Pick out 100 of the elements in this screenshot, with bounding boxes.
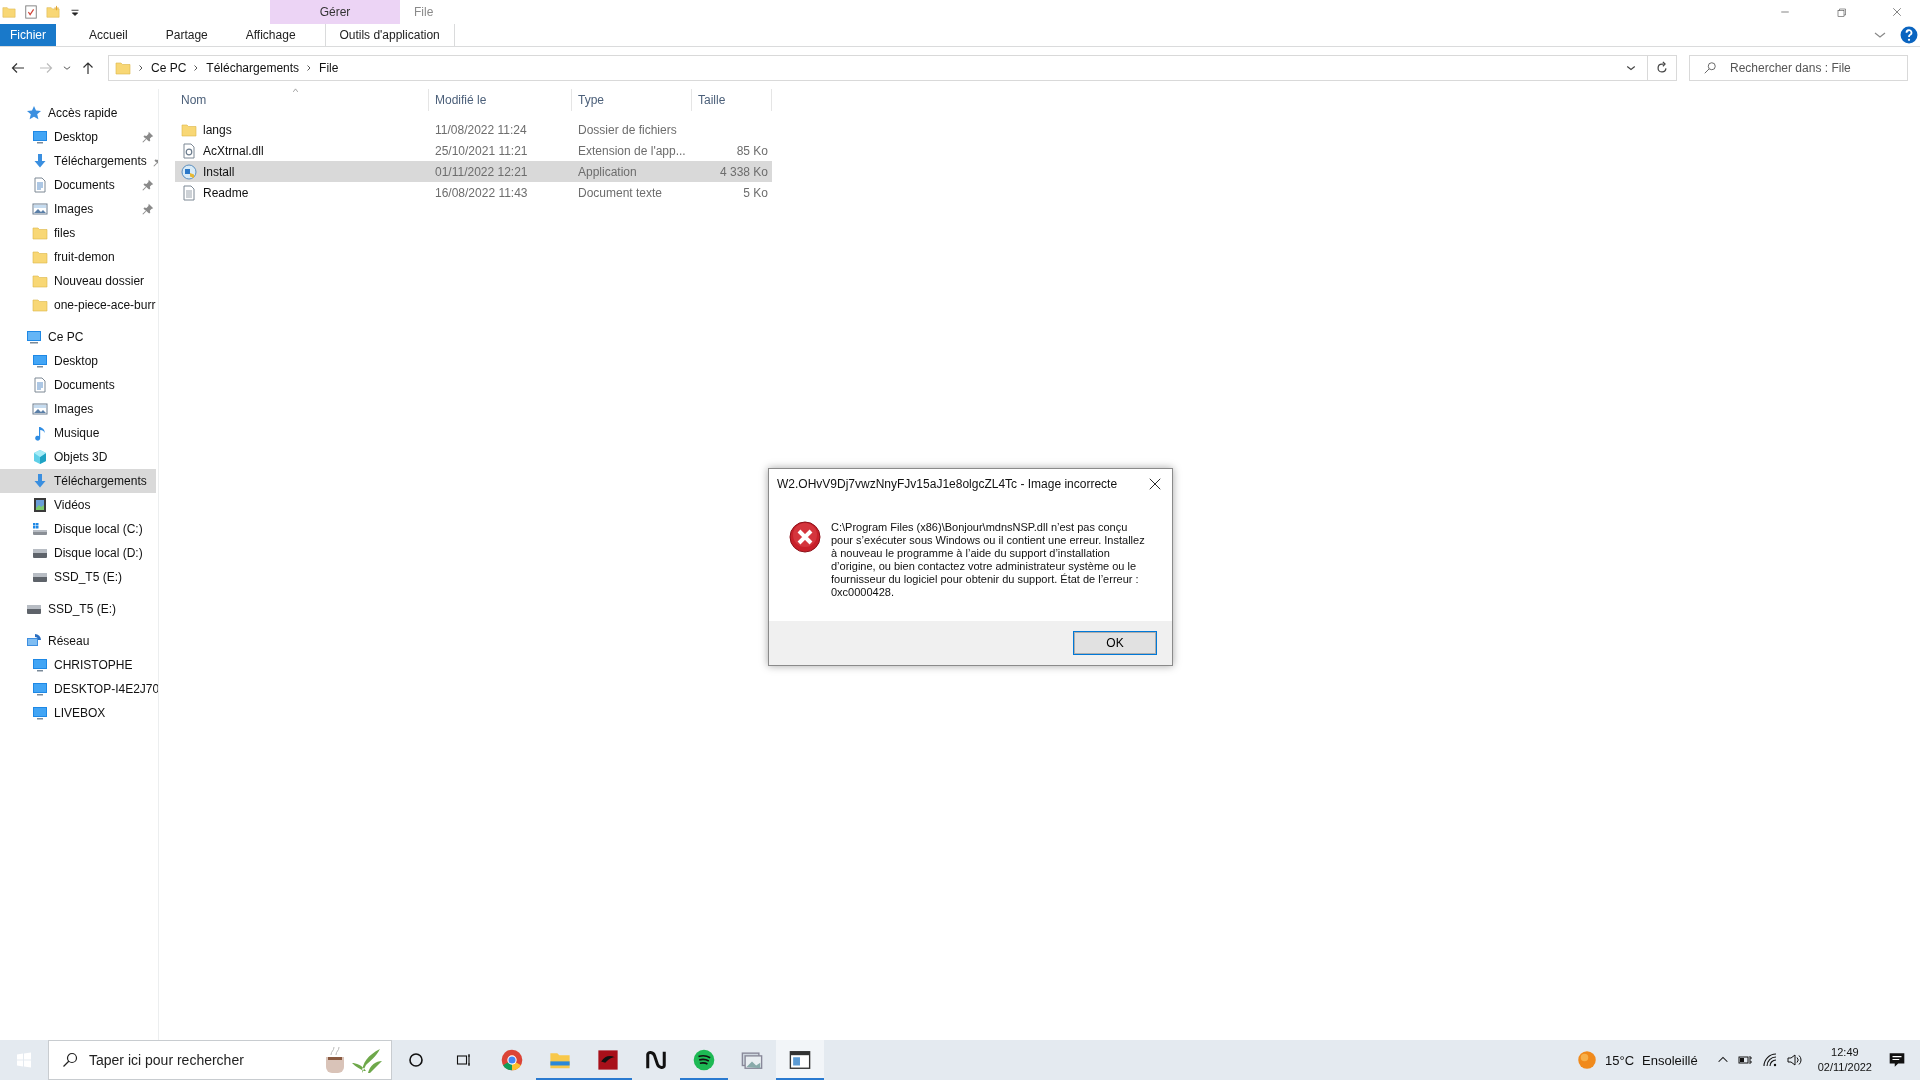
monitor-icon [32,681,48,697]
ribbon-tab[interactable]: Fichier [0,24,56,46]
table-cell: Extension de l'app... [578,143,686,158]
film-icon [32,497,48,513]
nav-item[interactable]: DESKTOP-I4E2J70 [0,677,158,701]
temperature-text[interactable]: 15°C [1605,1052,1635,1068]
folder-icon [32,297,48,313]
gear-file-icon [181,142,197,159]
round-waves-icon [693,1049,715,1071]
nav-item[interactable]: files [0,221,158,245]
nav-item[interactable]: CHRISTOPHE [0,653,158,677]
column-header[interactable]: Type [572,89,692,111]
image-icon [32,201,48,217]
file-row[interactable]: langs 11/08/2022 11:24 Dossier de fichiers [175,119,772,140]
nav-item[interactable]: Musique [0,421,158,445]
ribbon-tab[interactable]: Outils d'application [324,24,455,46]
close-icon[interactable] [1148,477,1162,491]
checklist-icon[interactable] [24,5,38,19]
window-title: File [414,4,434,21]
nav-item[interactable]: Téléchargements [0,469,156,493]
nav-item[interactable]: Disque local (C:) [0,517,158,541]
sun-icon[interactable] [1577,1050,1598,1070]
nav-item[interactable]: Réseau [0,629,158,653]
nav-item[interactable]: one-piece-ace-burr [0,293,158,317]
download-icon [32,153,48,169]
image-icon [32,401,48,417]
text-file-icon [181,184,197,201]
clock-time[interactable]: 12:49 [1831,1045,1859,1060]
nav-item[interactable]: Desktop [0,349,158,373]
nav-item[interactable]: Images [0,197,158,221]
pin-icon[interactable] [142,203,154,215]
table-cell: 4 338 Ko [719,164,768,179]
clock-date[interactable]: 02/11/2022 [1817,1060,1872,1075]
pin-icon[interactable] [142,179,154,191]
drive-icon [32,521,48,537]
nav-item[interactable]: Documents [0,173,158,197]
error-message: C:\Program Files (x86)\Bonjour\mdnsNSP.dll n’est pas conçu pour s’exécuter sous Windows ou il contient une erreur. Installez à nouveau le programme à l’aide du support d’installation d’origine, ou bien contactez votre administrateur système ou le fournisseur du logiciel pour obtenir du support. État de l’erreur : 0xc0000428. [831,521,1146,599]
search-field[interactable]: Rechercher dans : File [1689,55,1908,81]
wave-logo-icon [645,1049,667,1071]
ok-button[interactable]: OK [1074,632,1156,654]
network-icon [26,633,42,649]
nav-item[interactable]: Vidéos [0,493,158,517]
nav-item[interactable]: Disque local (D:) [0,541,158,565]
back-arrow-icon[interactable] [10,60,26,76]
nav-item[interactable]: fruit-demon [0,245,158,269]
nav-item[interactable]: Accès rapide [0,101,158,125]
window-icon [789,1049,811,1071]
file-row[interactable]: Install 01/11/2022 12:21 Application 4 338 Ko [175,161,772,182]
taskbar-button[interactable] [776,1040,824,1080]
ribbon-tab[interactable]: Accueil [74,24,143,46]
speaker-icon[interactable] [1785,1052,1802,1068]
monitor-icon [32,353,48,369]
search-icon [62,1052,78,1068]
folder-icon [181,121,197,138]
nav-item[interactable]: LIVEBOX [0,701,158,725]
folder-icon [32,249,48,265]
address-bar[interactable]: Ce PC Téléchargements File [108,55,1648,81]
nav-item[interactable]: Images [0,397,158,421]
refresh-button[interactable] [1648,55,1677,81]
circle-icon [408,1052,424,1068]
breadcrumb-item[interactable]: File [319,61,339,75]
ribbon-tab[interactable]: Partage [150,24,223,46]
error-icon [789,521,821,553]
cube-icon [32,449,48,465]
folder-icon [115,60,131,76]
installer-icon [181,163,197,180]
pin-icon[interactable] [142,131,154,143]
taskbar-search-field[interactable]: Taper ici pour rechercher [48,1040,392,1080]
file-row[interactable]: Readme 16/08/2022 11:43 Document texte 5 Ko [175,182,772,203]
dialog-title: W2.OHvV9Dj7vwzNnyFJv15aJ1e8olgcZL4Tc - Image incorrecte [777,477,1118,491]
nav-item[interactable]: Téléchargements [0,149,158,173]
monitor-icon [32,657,48,673]
ribbon-tab[interactable]: Affichage [230,24,311,46]
help-icon[interactable] [1900,26,1918,44]
breadcrumb-item[interactable]: Téléchargements [206,61,300,75]
nav-item[interactable]: SSD_T5 (E:) [0,565,158,589]
column-header[interactable]: Modifié le [429,89,572,111]
folder-icon [32,273,48,289]
wifi-icon[interactable] [1761,1052,1778,1068]
windows-icon [16,1052,32,1068]
music-note-icon [32,425,48,441]
nav-item[interactable]: Desktop [0,125,158,149]
notification-icon[interactable] [1888,1051,1906,1069]
computer-icon [26,329,42,345]
column-header[interactable]: Nom [175,89,429,111]
file-row[interactable]: AcXtrnal.dll 25/10/2021 11:21 Extension de l'app... 85 Ko [175,140,772,161]
column-header[interactable]: Taille [692,89,772,111]
document-icon [32,177,48,193]
nav-item[interactable]: Ce PC [0,325,158,349]
breadcrumb-item[interactable]: Ce PC [151,61,187,75]
nav-item[interactable]: Objets 3D [0,445,158,469]
search-icon [1703,61,1717,75]
download-icon [32,473,48,489]
nav-item[interactable]: Documents [0,373,158,397]
table-cell: 11/08/2022 11:24 [435,122,527,137]
weather-text[interactable]: Ensoleillé [1642,1052,1698,1068]
table-cell: 01/11/2022 12:21 [435,164,528,179]
table-cell: Dossier de fichiers [578,122,677,137]
nav-item[interactable]: Nouveau dossier [0,269,158,293]
nav-item[interactable]: SSD_T5 (E:) [0,597,158,621]
